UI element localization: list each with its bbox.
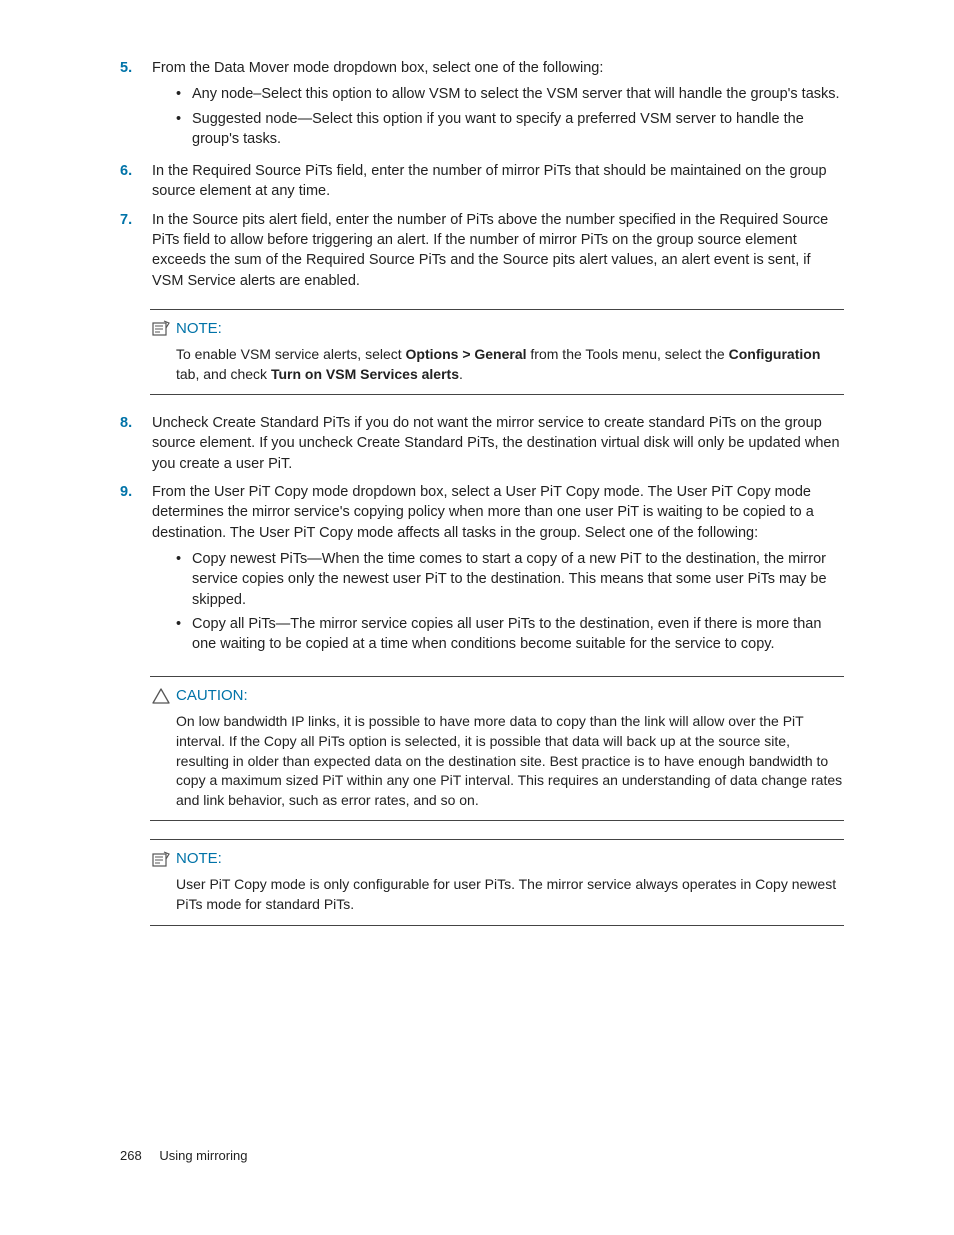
bullet-icon: •: [176, 109, 192, 150]
section-title: Using mirroring: [159, 1148, 247, 1163]
step-text: From the User PiT Copy mode dropdown box…: [152, 484, 814, 541]
step-text: Uncheck Create Standard PiTs if you do n…: [152, 413, 844, 474]
caution-icon: [150, 687, 172, 705]
callout-body: To enable VSM service alerts, select Opt…: [176, 345, 844, 384]
note-bold: Turn on VSM Services alerts: [271, 366, 459, 382]
bullet-icon: •: [176, 549, 192, 610]
callout-label: NOTE:: [176, 848, 222, 869]
bullet-icon: •: [176, 84, 192, 104]
step-9: 9. From the User PiT Copy mode dropdown …: [120, 482, 844, 658]
note-bold: Options > General: [406, 346, 527, 362]
step-number: 5.: [120, 58, 152, 153]
step-5: 5. From the Data Mover mode dropdown box…: [120, 58, 844, 153]
page-footer: 268 Using mirroring: [120, 1147, 247, 1165]
step-body: From the Data Mover mode dropdown box, s…: [152, 58, 844, 153]
step-text: In the Source pits alert field, enter th…: [152, 210, 844, 291]
page-number: 268: [120, 1148, 142, 1163]
list-item: • Any node–Select this option to allow V…: [176, 84, 844, 104]
step-8: 8. Uncheck Create Standard PiTs if you d…: [120, 413, 844, 474]
step-7: 7. In the Source pits alert field, enter…: [120, 210, 844, 291]
divider: [150, 309, 844, 310]
note-text: tab, and check: [176, 366, 271, 382]
sub-list: • Any node–Select this option to allow V…: [152, 84, 844, 149]
note-icon: [150, 319, 172, 337]
step-text: In the Required Source PiTs field, enter…: [152, 161, 844, 202]
note-bold: Configuration: [729, 346, 821, 362]
step-body: From the User PiT Copy mode dropdown box…: [152, 482, 844, 658]
note-callout: NOTE: User PiT Copy mode is only configu…: [150, 839, 844, 925]
divider: [150, 839, 844, 840]
step-number: 8.: [120, 413, 152, 474]
bullet-text: Copy newest PiTs—When the time comes to …: [192, 549, 844, 610]
list-item: • Suggested node—Select this option if y…: [176, 109, 844, 150]
sub-list: • Copy newest PiTs—When the time comes t…: [152, 549, 844, 654]
callout-body: On low bandwidth IP links, it is possibl…: [176, 712, 844, 810]
callout-header: NOTE:: [150, 848, 844, 869]
divider: [150, 925, 844, 926]
note-callout: NOTE: To enable VSM service alerts, sele…: [150, 309, 844, 395]
note-icon: [150, 850, 172, 868]
callout-body: User PiT Copy mode is only configurable …: [176, 875, 844, 914]
step-number: 7.: [120, 210, 152, 291]
divider: [150, 394, 844, 395]
bullet-text: Suggested node—Select this option if you…: [192, 109, 844, 150]
note-text: .: [459, 366, 463, 382]
note-text: from the Tools menu, select the: [527, 346, 729, 362]
list-item: • Copy newest PiTs—When the time comes t…: [176, 549, 844, 610]
bullet-text: Copy all PiTs—The mirror service copies …: [192, 614, 844, 655]
step-6: 6. In the Required Source PiTs field, en…: [120, 161, 844, 202]
step-number: 6.: [120, 161, 152, 202]
bullet-text: Any node–Select this option to allow VSM…: [192, 84, 840, 104]
divider: [150, 820, 844, 821]
note-text: To enable VSM service alerts, select: [176, 346, 406, 362]
callout-label: CAUTION:: [176, 685, 248, 706]
callout-header: CAUTION:: [150, 685, 844, 706]
callout-header: NOTE:: [150, 318, 844, 339]
step-number: 9.: [120, 482, 152, 658]
bullet-icon: •: [176, 614, 192, 655]
step-text: From the Data Mover mode dropdown box, s…: [152, 60, 603, 76]
list-item: • Copy all PiTs—The mirror service copie…: [176, 614, 844, 655]
divider: [150, 676, 844, 677]
callout-label: NOTE:: [176, 318, 222, 339]
caution-callout: CAUTION: On low bandwidth IP links, it i…: [150, 676, 844, 821]
